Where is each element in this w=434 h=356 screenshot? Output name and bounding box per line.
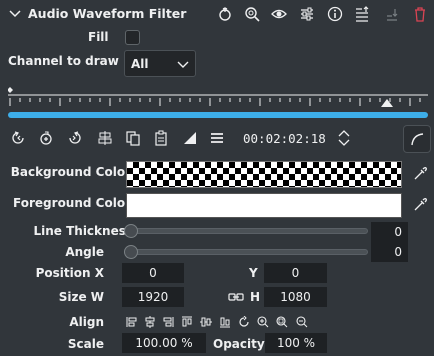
line-thickness-label: Line Thickness [33, 224, 133, 238]
fill-checkbox[interactable] [125, 30, 140, 45]
align-left-icon[interactable] [126, 316, 138, 328]
zoom-in-icon[interactable] [257, 316, 269, 328]
playhead-marker [381, 99, 393, 107]
line-thickness-slider[interactable] [124, 228, 368, 234]
settings-sliders-icon[interactable] [299, 6, 315, 22]
link-icon[interactable] [228, 291, 244, 303]
background-color-swatch[interactable] [126, 161, 402, 188]
ramp-icon[interactable] [182, 130, 198, 146]
rewind-keyframe-icon[interactable] [11, 130, 27, 146]
position-y-input[interactable]: 0 [264, 263, 327, 283]
angle-label: Angle [65, 245, 104, 259]
align-icon[interactable] [97, 130, 113, 146]
forward-keyframe-icon[interactable] [66, 130, 82, 146]
zoom-out-icon[interactable] [296, 316, 308, 328]
add-keyframe-icon[interactable] [38, 130, 54, 146]
keyframe-ruler[interactable] [8, 86, 428, 110]
angle-slider[interactable] [124, 249, 368, 255]
keyframe-marker [8, 87, 13, 93]
position-x-input[interactable]: 0 [122, 263, 184, 283]
channel-select[interactable]: All [124, 50, 196, 77]
info-icon[interactable] [327, 6, 343, 22]
collapse-chevron-icon[interactable] [8, 7, 24, 23]
background-color-label: Background Color [10, 165, 131, 179]
zoom-icon[interactable] [244, 6, 260, 22]
scale-label: Scale [67, 337, 104, 351]
position-x-label: Position X [35, 266, 104, 280]
foreground-color-swatch[interactable] [126, 193, 402, 218]
reset-icon[interactable] [217, 6, 233, 22]
align-bottom-icon[interactable] [219, 316, 231, 328]
color-picker-icon[interactable] [413, 198, 427, 212]
menu-icon[interactable] [209, 130, 225, 146]
chevron-down-icon [177, 58, 189, 70]
align-right-icon[interactable] [162, 316, 174, 328]
curve-icon [410, 132, 424, 146]
keyframes-icon[interactable] [354, 6, 370, 22]
opacity-input[interactable]: 100 % [265, 333, 327, 353]
curve-button[interactable] [403, 125, 431, 153]
line-thickness-slider-handle[interactable] [124, 224, 138, 238]
stepper-icon[interactable] [337, 128, 353, 148]
line-thickness-value[interactable]: 0 [371, 222, 408, 242]
size-w-label: Size W [58, 290, 104, 304]
filter-header: Audio Waveform Filter [0, 0, 434, 28]
channel-select-value: All [131, 56, 149, 71]
move-down-icon[interactable] [384, 6, 400, 22]
color-picker-icon[interactable] [413, 167, 427, 181]
fill-label: Fill [88, 30, 109, 44]
visibility-icon[interactable] [271, 6, 287, 22]
size-w-input[interactable]: 1920 [122, 287, 184, 307]
size-h-input[interactable]: 1080 [264, 287, 327, 307]
rotate-icon[interactable] [238, 316, 250, 328]
scale-input[interactable]: 100.00 % [122, 333, 206, 353]
timeline-progress-bar[interactable] [8, 112, 428, 118]
paste-icon[interactable] [153, 130, 169, 146]
delete-icon[interactable] [412, 6, 428, 22]
angle-value[interactable]: 0 [371, 242, 408, 262]
align-center-v-icon[interactable] [200, 316, 212, 328]
opacity-label: Opacity [213, 337, 265, 351]
foreground-color-label: Foreground Color [13, 196, 131, 210]
size-h-label: H [250, 290, 261, 304]
copy-icon[interactable] [125, 130, 141, 146]
align-top-icon[interactable] [181, 316, 193, 328]
zoom-fit-icon[interactable] [276, 316, 288, 328]
filter-title: Audio Waveform Filter [28, 6, 187, 21]
angle-slider-handle[interactable] [124, 245, 138, 259]
timecode-display[interactable]: 00:02:02:18 [243, 131, 326, 146]
channel-label: Channel to draw [8, 54, 119, 68]
align-center-h-icon[interactable] [144, 316, 156, 328]
align-label: Align [69, 315, 104, 329]
position-y-label: Y [249, 266, 258, 280]
